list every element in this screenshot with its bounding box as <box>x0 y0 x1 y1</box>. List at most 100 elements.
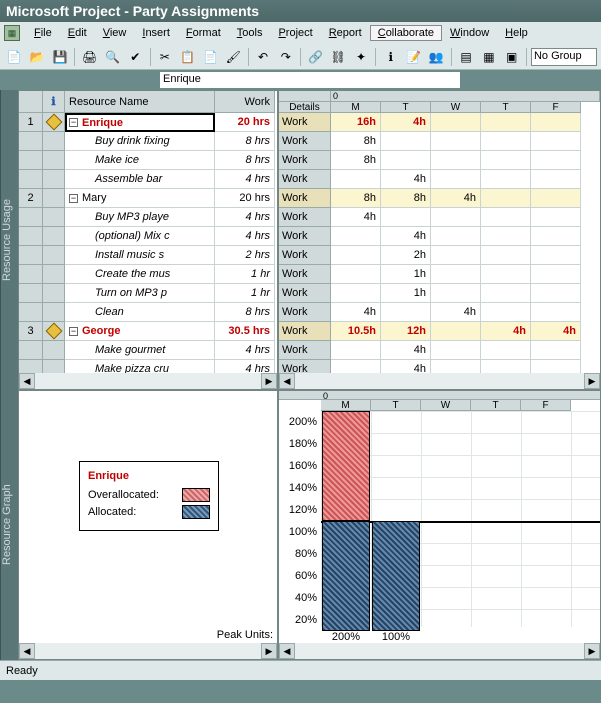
task-row[interactable]: Install music s2 hrs <box>19 246 277 265</box>
graph-day-header[interactable]: T <box>371 400 421 411</box>
tp-cell[interactable] <box>481 113 531 132</box>
task-work-cell[interactable]: 4 hrs <box>215 170 275 189</box>
format-painter-button[interactable]: 🖌 <box>223 47 244 67</box>
tp-cell[interactable]: 4h <box>481 322 531 341</box>
task-row[interactable]: Assemble bar4 hrs <box>19 170 277 189</box>
tp-cell[interactable]: 10.5h <box>331 322 381 341</box>
tp-cell[interactable]: 4h <box>381 170 431 189</box>
tp-cell[interactable] <box>431 170 481 189</box>
collapse-icon[interactable]: − <box>69 194 78 203</box>
timephased-row[interactable]: Work2h <box>279 246 600 265</box>
info-button[interactable]: ℹ <box>380 47 401 67</box>
menu-window[interactable]: Window <box>442 25 497 41</box>
task-work-cell[interactable]: 1 hr <box>215 284 275 303</box>
tp-cell[interactable]: 16h <box>331 113 381 132</box>
tp-cell[interactable] <box>331 170 381 189</box>
tp-cell[interactable] <box>481 246 531 265</box>
tp-cell[interactable] <box>431 265 481 284</box>
task-row[interactable]: Buy MP3 playe4 hrs <box>19 208 277 227</box>
new-button[interactable]: 📄 <box>4 47 25 67</box>
tp-cell[interactable] <box>531 208 581 227</box>
tp-cell[interactable] <box>331 227 381 246</box>
graph-day-header[interactable]: F <box>521 400 571 411</box>
resource-row[interactable]: 3−George30.5 hrs <box>19 322 277 341</box>
timephased-row[interactable]: Work16h4h <box>279 113 600 132</box>
day-header[interactable]: W <box>431 102 481 113</box>
task-work-cell[interactable]: 4 hrs <box>215 341 275 360</box>
graph-day-header[interactable]: W <box>421 400 471 411</box>
task-work-cell[interactable]: 2 hrs <box>215 246 275 265</box>
tp-cell[interactable] <box>481 170 531 189</box>
tp-cell[interactable] <box>531 303 581 322</box>
system-icon[interactable]: ▦ <box>4 25 20 41</box>
tp-cell[interactable] <box>531 132 581 151</box>
task-row[interactable]: Create the mus1 hr <box>19 265 277 284</box>
reports-button[interactable]: ▦ <box>478 47 499 67</box>
tp-cell[interactable]: 4h <box>531 322 581 341</box>
day-header[interactable]: M <box>331 102 381 113</box>
task-work-cell[interactable]: 8 hrs <box>215 151 275 170</box>
tp-cell[interactable] <box>331 246 381 265</box>
graph-scroll-right-button[interactable]: ▶ <box>584 643 600 659</box>
tp-cell[interactable] <box>531 189 581 208</box>
row-number[interactable]: 1 <box>19 113 43 132</box>
task-name-cell[interactable]: Buy drink fixing <box>65 132 215 151</box>
tp-cell[interactable] <box>481 151 531 170</box>
copy-button[interactable]: 📋 <box>177 47 198 67</box>
tp-cell[interactable] <box>481 265 531 284</box>
timephased-row[interactable]: Work8h <box>279 132 600 151</box>
copy-picture-button[interactable]: ▣ <box>501 47 522 67</box>
resource-name-header[interactable]: Resource Name <box>65 91 215 113</box>
cut-button[interactable]: ✂ <box>155 47 176 67</box>
work-cell[interactable]: 20 hrs <box>215 113 275 132</box>
menu-tools[interactable]: Tools <box>229 25 271 41</box>
tp-cell[interactable] <box>481 341 531 360</box>
print-button[interactable]: 🖨 <box>79 47 100 67</box>
tp-cell[interactable] <box>331 265 381 284</box>
details-header[interactable]: Details <box>279 102 331 113</box>
tp-cell[interactable] <box>531 341 581 360</box>
timephased-row[interactable]: Work8h <box>279 151 600 170</box>
menu-project[interactable]: Project <box>270 25 320 41</box>
timephased-row[interactable]: Work4h <box>279 208 600 227</box>
notes-button[interactable]: 📝 <box>403 47 424 67</box>
timephased-row[interactable]: Work4h <box>279 341 600 360</box>
save-button[interactable]: 💾 <box>50 47 71 67</box>
tp-cell[interactable]: 4h <box>331 208 381 227</box>
graph-day-header[interactable]: M <box>321 400 371 411</box>
view-bar-graph[interactable]: Resource Graph <box>0 390 18 660</box>
menu-collaborate[interactable]: Collaborate <box>370 25 442 41</box>
graph-left-scrollbar[interactable]: ◀ ▶ <box>19 643 277 659</box>
graph-day-header[interactable]: T <box>471 400 521 411</box>
open-button[interactable]: 📂 <box>27 47 48 67</box>
tp-cell[interactable] <box>431 113 481 132</box>
publish-button[interactable]: ▤ <box>456 47 477 67</box>
entry-field[interactable]: Enrique <box>160 72 460 88</box>
timephased-row[interactable]: Work4h <box>279 170 600 189</box>
work-cell[interactable]: 30.5 hrs <box>215 322 275 341</box>
tp-scroll-right-button[interactable]: ▶ <box>584 373 600 389</box>
tp-cell[interactable]: 4h <box>431 189 481 208</box>
assign-button[interactable]: 👥 <box>426 47 447 67</box>
timephased-row[interactable]: Work4h4h <box>279 303 600 322</box>
tp-cell[interactable]: 12h <box>381 322 431 341</box>
tp-cell[interactable] <box>481 303 531 322</box>
graph-h-scrollbar[interactable]: ◀ ▶ <box>279 643 600 659</box>
tp-cell[interactable]: 4h <box>381 113 431 132</box>
sheet-h-scrollbar[interactable]: ◀ ▶ <box>19 373 277 389</box>
day-header[interactable]: T <box>381 102 431 113</box>
tp-cell[interactable] <box>481 227 531 246</box>
day-header[interactable]: F <box>531 102 581 113</box>
menu-help[interactable]: Help <box>497 25 536 41</box>
tp-cell[interactable]: 4h <box>331 303 381 322</box>
graph-legend-scroll-left[interactable]: ◀ <box>19 643 35 659</box>
tp-cell[interactable] <box>481 132 531 151</box>
timephased-row[interactable]: Work1h <box>279 284 600 303</box>
tp-cell[interactable] <box>531 113 581 132</box>
graph-scroll-left-button[interactable]: ◀ <box>279 643 295 659</box>
task-name-cell[interactable]: Make gourmet <box>65 341 215 360</box>
row-number[interactable]: 3 <box>19 322 43 341</box>
tp-cell[interactable]: 1h <box>381 284 431 303</box>
row-number[interactable]: 2 <box>19 189 43 208</box>
day-header[interactable]: T <box>481 102 531 113</box>
